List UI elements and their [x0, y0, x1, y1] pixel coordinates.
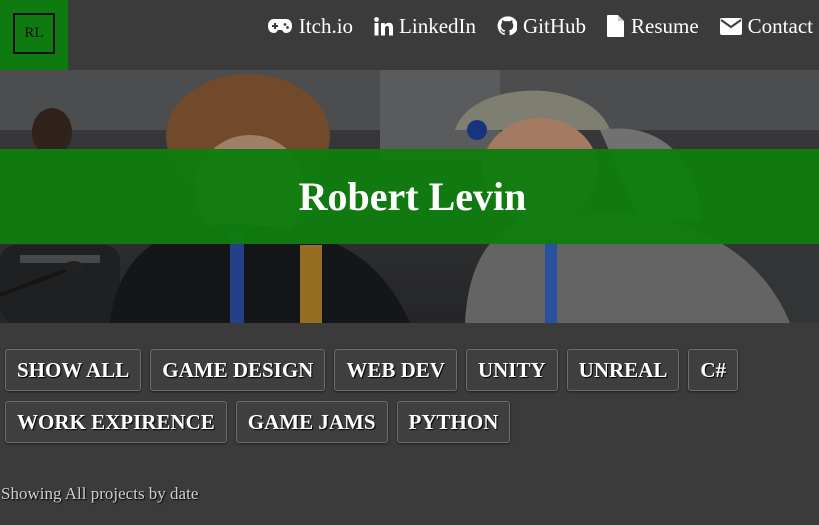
filter-show-all-button[interactable]: SHOW ALL: [5, 349, 142, 391]
gamepad-icon: [267, 19, 292, 33]
filter-web-dev-button[interactable]: WEB DEV: [334, 349, 457, 391]
nav-link-itchio[interactable]: Itch.io: [267, 14, 353, 39]
nav-link-contact[interactable]: Contact: [719, 13, 813, 39]
nav-link-resume[interactable]: Resume: [607, 14, 699, 39]
filter-row-2: WORK EXPIRENCE GAME JAMS PYTHON: [5, 401, 805, 443]
filter-status-text: Showing All projects by date: [1, 484, 199, 503]
nav-link-label: Itch.io: [298, 13, 354, 38]
filter-unreal-button[interactable]: UNREAL: [566, 349, 680, 391]
filter-game-design-button[interactable]: GAME DESIGN: [150, 349, 326, 391]
filter-game-jams-button[interactable]: GAME JAMS: [235, 401, 388, 443]
filter-row-1: SHOW ALL GAME DESIGN WEB DEV UNITY UNREA…: [5, 349, 805, 391]
nav-link-label: LinkedIn: [399, 13, 477, 38]
nav-link-label: Resume: [631, 13, 699, 38]
envelope-icon: [719, 17, 742, 35]
github-icon: [497, 16, 518, 36]
filter-csharp-button[interactable]: C#: [688, 349, 739, 391]
filter-work-experience-button[interactable]: WORK EXPIRENCE: [5, 401, 227, 443]
logo-initials: RL: [13, 13, 55, 54]
nav-link-github[interactable]: GitHub: [497, 14, 586, 39]
nav-link-label: GitHub: [523, 13, 587, 38]
linkedin-icon: [374, 16, 394, 35]
top-navbar: RL Itch.io LinkedIn GitHub Resume Contac…: [0, 0, 819, 70]
project-filters: SHOW ALL GAME DESIGN WEB DEV UNITY UNREA…: [5, 349, 805, 453]
document-icon: [607, 15, 625, 37]
hero-banner: Robert Levin: [0, 149, 819, 244]
nav-link-linkedin[interactable]: LinkedIn: [374, 14, 476, 39]
hero-section: Robert Levin: [0, 70, 819, 323]
filter-unity-button[interactable]: UNITY: [465, 349, 558, 391]
logo[interactable]: RL: [0, 0, 68, 70]
nav-links: Itch.io LinkedIn GitHub Resume Contact: [267, 13, 813, 39]
page-title: Robert Levin: [298, 174, 527, 219]
nav-link-label: Contact: [747, 13, 813, 38]
filter-python-button[interactable]: PYTHON: [396, 401, 511, 443]
